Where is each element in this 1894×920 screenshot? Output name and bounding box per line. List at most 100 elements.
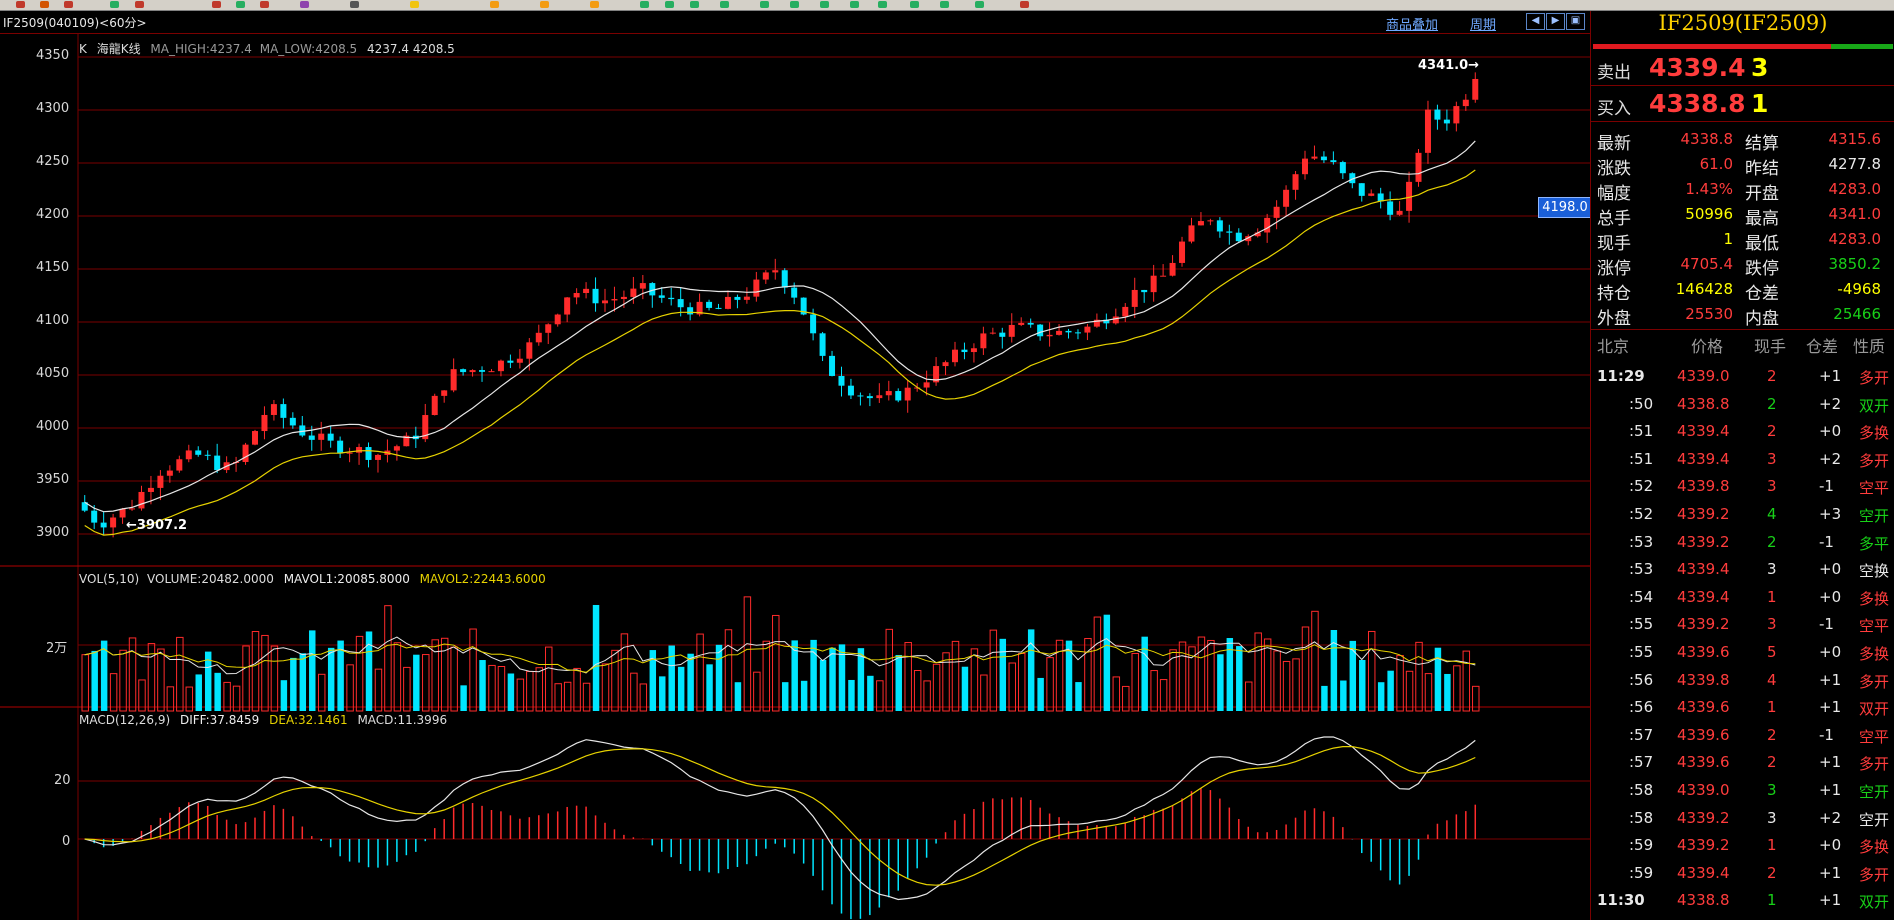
volume-bar <box>119 649 127 712</box>
stat-label: 外盘 <box>1597 309 1631 329</box>
volume-bar <box>290 657 297 711</box>
trade-oi-change: +0 <box>1819 560 1842 579</box>
toolbar-icon[interactable] <box>850 1 859 8</box>
candle-body <box>724 296 731 309</box>
trade-volume: 1 <box>1767 698 1777 717</box>
toolbar-icon[interactable] <box>975 1 984 8</box>
trade-row[interactable]: :59 4339.2 1 +0 多换 <box>1591 832 1894 860</box>
col-type: 性质 <box>1853 337 1886 356</box>
sell-row[interactable]: 卖出 4339.4 3 <box>1591 51 1894 86</box>
toolbar-icon[interactable] <box>350 1 359 8</box>
candle-body <box>252 431 258 445</box>
kline-panel[interactable] <box>81 72 1479 538</box>
trade-row[interactable]: :52 4339.2 4 +3 空开 <box>1591 501 1894 529</box>
trade-row[interactable]: 11:29 4339.0 2 +1 多开 <box>1591 363 1894 391</box>
volume-bar <box>753 671 761 712</box>
volume-bar <box>280 680 288 711</box>
zoom-icon[interactable]: ▣ <box>1566 13 1585 30</box>
trade-row[interactable]: :57 4339.6 2 +1 多开 <box>1591 749 1894 777</box>
volume-panel[interactable] <box>81 596 1480 712</box>
trade-row[interactable]: :51 4339.4 3 +2 多开 <box>1591 446 1894 474</box>
trade-row[interactable]: :57 4339.6 2 -1 空平 <box>1591 722 1894 750</box>
toolbar-icon[interactable] <box>300 1 309 8</box>
toolbar-icon[interactable] <box>64 1 73 8</box>
toolbar-icon[interactable] <box>940 1 949 8</box>
volume-bar <box>1226 638 1234 711</box>
toolbar-icon[interactable] <box>878 1 887 8</box>
volume-bar <box>1387 670 1394 711</box>
trade-row[interactable]: :58 4339.2 3 +2 空开 <box>1591 805 1894 833</box>
toolbar-icon[interactable] <box>490 1 499 8</box>
trade-row[interactable]: :56 4339.6 1 +1 双开 <box>1591 694 1894 722</box>
trade-price: 4339.4 <box>1677 449 1730 468</box>
trade-row[interactable]: :54 4339.4 1 +0 多换 <box>1591 584 1894 612</box>
toolbar-icon[interactable] <box>1020 1 1029 8</box>
trade-type: 多开 <box>1859 865 1890 884</box>
toolbar-icon[interactable] <box>720 1 729 8</box>
candle-body <box>1273 206 1280 218</box>
toolbar-icon[interactable] <box>236 1 245 8</box>
sell-price: 4339.4 <box>1649 53 1746 82</box>
volume-bar <box>1103 614 1111 711</box>
volume-bar <box>176 636 184 712</box>
trade-row[interactable]: :58 4339.0 3 +1 空开 <box>1591 777 1894 805</box>
toolbar-icon[interactable] <box>760 1 769 8</box>
low-price-label: ←3907.2 <box>126 518 188 533</box>
trade-type: 多换 <box>1859 424 1890 443</box>
trade-type: 空开 <box>1859 810 1890 829</box>
candle-body <box>488 371 495 373</box>
volume-bar <box>989 629 998 712</box>
trade-oi-change: +3 <box>1819 505 1842 523</box>
toolbar-icon[interactable] <box>790 1 799 8</box>
toolbar-icon[interactable] <box>540 1 549 8</box>
toolbar-icon[interactable] <box>640 1 649 8</box>
scroll-right-icon[interactable]: ▶ <box>1546 13 1565 30</box>
toolbar-icon[interactable] <box>665 1 674 8</box>
toolbar-icon[interactable] <box>410 1 419 8</box>
toolbar-icon[interactable] <box>212 1 221 8</box>
toolbar-icon[interactable] <box>135 1 144 8</box>
buy-row[interactable]: 买入 4338.8 1 <box>1591 87 1894 122</box>
volume-bar <box>1037 677 1044 711</box>
trade-row[interactable]: :55 4339.2 3 -1 空平 <box>1591 611 1894 639</box>
volume-bar <box>1236 646 1243 711</box>
trade-row[interactable]: :56 4339.8 4 +1 多开 <box>1591 667 1894 695</box>
trade-time: :58 <box>1629 808 1654 827</box>
trade-row[interactable]: :55 4339.6 5 +0 多换 <box>1591 639 1894 667</box>
chart-grid <box>0 34 1590 920</box>
toolbar-icon[interactable] <box>260 1 269 8</box>
period-link[interactable]: 周期 <box>1470 14 1496 33</box>
trade-row[interactable]: :59 4339.4 2 +1 多开 <box>1591 860 1894 888</box>
volume-bar <box>1207 639 1215 712</box>
add-commodity-link[interactable]: 商品叠加 <box>1386 14 1438 33</box>
trade-list-header: 北京 价格 现手 仓差 性质 <box>1591 331 1894 356</box>
candle-body <box>1169 262 1176 276</box>
toolbar-icon[interactable] <box>820 1 829 8</box>
toolbar-icon[interactable] <box>910 1 919 8</box>
trade-row[interactable]: :51 4339.4 2 +0 多换 <box>1591 418 1894 446</box>
toolbar-icon[interactable] <box>590 1 599 8</box>
quote-panel: IF2509(IF2509) 卖出 4339.4 3 买入 4338.8 1 最… <box>1590 11 1894 920</box>
trade-row[interactable]: :52 4339.8 3 -1 空平 <box>1591 473 1894 501</box>
toolbar-icon[interactable] <box>690 1 699 8</box>
candle-body <box>1074 332 1081 334</box>
trade-row[interactable]: :53 4339.4 3 +0 空换 <box>1591 556 1894 584</box>
candle-body <box>687 307 694 315</box>
toolbar-icon[interactable] <box>16 1 25 8</box>
volume-bar <box>479 660 486 711</box>
kline-chart-area[interactable] <box>0 34 1590 920</box>
stat-label: 涨停 <box>1597 259 1631 279</box>
trade-row[interactable]: 11:30 4338.8 1 +1 双开 <box>1591 887 1894 915</box>
volume-bar <box>601 663 610 712</box>
macd-panel[interactable] <box>84 736 1477 920</box>
volume-bar <box>772 614 780 712</box>
trade-oi-change: -1 <box>1819 477 1834 496</box>
candle-body <box>1037 324 1044 337</box>
trade-row[interactable]: :50 4338.8 2 +2 双开 <box>1591 391 1894 419</box>
toolbar-icon[interactable] <box>110 1 119 8</box>
volume-bar <box>1377 682 1385 711</box>
trade-row[interactable]: :53 4339.2 2 -1 多平 <box>1591 529 1894 557</box>
scroll-left-icon[interactable]: ◀ <box>1526 13 1545 30</box>
trade-volume: 3 <box>1767 449 1777 468</box>
toolbar-icon[interactable] <box>40 1 49 8</box>
